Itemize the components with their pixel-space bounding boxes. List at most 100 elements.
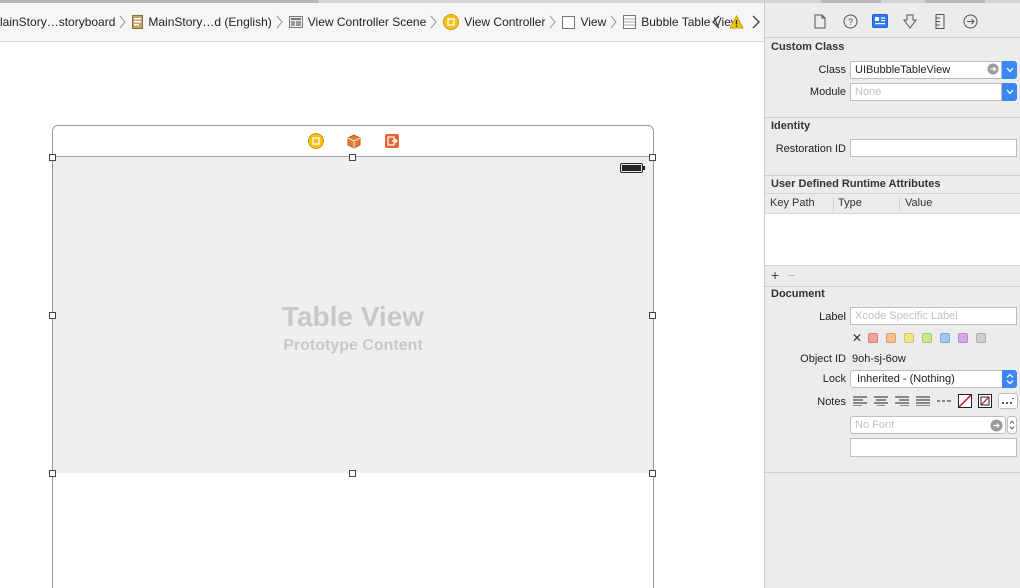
chevron-right-icon [276,15,285,29]
resize-handle-right[interactable] [649,312,656,319]
remove-attribute-button[interactable]: − [787,268,795,282]
restoration-id-label: Restoration ID [775,143,846,155]
font-size-stepper[interactable] [1007,416,1017,434]
issue-navigation [708,12,764,32]
breadcrumb-item-storyboard[interactable]: lainStory…storyboard [0,15,115,29]
chevron-left-icon[interactable] [708,13,724,31]
align-natural-icon[interactable] [935,393,953,409]
font-placeholder: No Font [855,419,895,431]
lock-value: Inherited - (Nothing) [857,373,955,385]
chevron-right-icon[interactable] [748,13,764,31]
breadcrumb-label: MainStory…d (English) [148,15,272,29]
color-label-yellow[interactable] [904,333,914,343]
object-id-label: Object ID [800,353,846,365]
view-controller-icon[interactable] [308,133,324,149]
color-label-blue[interactable] [940,333,950,343]
section-title: Identity [771,120,811,132]
resize-handle-top-left[interactable] [49,154,56,161]
section-title: User Defined Runtime Attributes [771,178,941,190]
resize-handle-bottom[interactable] [349,470,356,477]
quick-help-icon[interactable]: ? [841,12,859,30]
table-view-placeholder-title: Table View [281,301,425,332]
table-view-icon [623,15,637,29]
clear-color-label-button[interactable]: ✕ [852,331,862,345]
warning-icon[interactable] [728,13,744,31]
chevron-down-icon [1006,89,1013,95]
background-color-icon[interactable] [976,393,994,409]
class-field[interactable] [850,61,1002,79]
chevron-right-icon [119,15,128,29]
object-id-value: 9oh-sj-6ow [852,353,906,365]
align-right-icon[interactable] [893,393,911,409]
column-header-type[interactable]: Type [838,197,862,209]
storyboard-file-icon [132,15,144,29]
lock-label: Lock [822,373,846,385]
chevron-right-icon [610,15,619,29]
up-down-chevron-icon [1002,370,1017,388]
chevron-right-icon [549,15,558,29]
resize-handle-top[interactable] [349,154,356,161]
more-options-icon[interactable] [998,393,1018,409]
table-view-placeholder-subtitle: Prototype Content [283,337,423,354]
custom-class-section: Custom Class Class Module [765,39,1020,118]
breadcrumb-item-english[interactable]: MainStory…d (English) [132,15,272,29]
bubble-table-view[interactable]: Table View Prototype Content [53,157,653,473]
column-header-value[interactable]: Value [905,197,932,209]
class-dropdown-button[interactable] [1002,61,1017,79]
exit-icon[interactable] [384,133,400,149]
align-center-icon[interactable] [872,393,890,409]
navigate-arrow-icon[interactable] [987,63,1001,77]
module-dropdown-button[interactable] [1002,83,1017,101]
resize-handle-bottom-left[interactable] [49,470,56,477]
utilities-inspector: ? Custom Class Class Module Id [764,0,1020,588]
text-color-none-icon[interactable] [956,393,974,409]
inspector-tab-bar: ? [765,3,1020,38]
color-label-red[interactable] [868,333,878,343]
module-label: Module [809,86,846,98]
chevron-right-icon [430,15,439,29]
color-label-gray[interactable] [976,333,986,343]
resize-handle-top-right[interactable] [649,154,656,161]
label-label: Label [819,311,846,323]
resize-handle-left[interactable] [49,312,56,319]
xcode-label-field[interactable] [850,307,1017,325]
breadcrumb-item-view[interactable]: View [562,15,606,29]
identity-section: Identity Restoration ID [765,118,1020,176]
file-inspector-icon[interactable] [811,12,829,30]
restoration-id-field[interactable] [850,139,1017,157]
color-label-green[interactable] [922,333,932,343]
size-inspector-icon[interactable] [931,12,949,30]
window-tab-strip [0,0,764,3]
runtime-attributes-table[interactable] [765,214,1020,266]
battery-icon [620,162,646,173]
identity-inspector-icon[interactable] [871,12,889,30]
align-justify-icon[interactable] [914,393,932,409]
align-left-icon[interactable] [851,393,869,409]
scene-dock [53,126,653,157]
view-controller-icon [443,14,460,30]
module-field[interactable] [850,83,1002,101]
notes-textarea[interactable] [850,438,1017,457]
class-label: Class [818,64,846,76]
font-picker-arrow-icon[interactable] [990,419,1003,432]
breadcrumb-item-view-controller[interactable]: View Controller [443,14,545,30]
connections-inspector-icon[interactable] [961,12,979,30]
color-label-purple[interactable] [958,333,968,343]
breadcrumb-label: lainStory…storyboard [0,15,116,29]
breadcrumb-item-scene[interactable]: View Controller Scene [288,15,426,29]
svg-text:?: ? [847,17,852,27]
scene-icon [288,15,303,29]
lock-select[interactable]: Inherited - (Nothing) [850,370,1017,388]
color-label-orange[interactable] [886,333,896,343]
first-responder-icon[interactable] [346,133,362,149]
attributes-inspector-icon[interactable] [901,12,919,30]
add-attribute-button[interactable]: + [771,268,779,282]
jump-bar: lainStory…storyboard MainStory…d (Englis… [0,0,764,42]
storyboard-canvas[interactable]: Table View Prototype Content [0,43,764,588]
column-header-key-path[interactable]: Key Path [770,197,815,209]
resize-handle-bottom-right[interactable] [649,470,656,477]
runtime-attributes-table-header: Key Path Type Value [765,193,1020,214]
font-picker-field[interactable]: No Font [850,416,1006,434]
section-title: Custom Class [771,41,845,53]
breadcrumb-label: View [580,15,607,29]
